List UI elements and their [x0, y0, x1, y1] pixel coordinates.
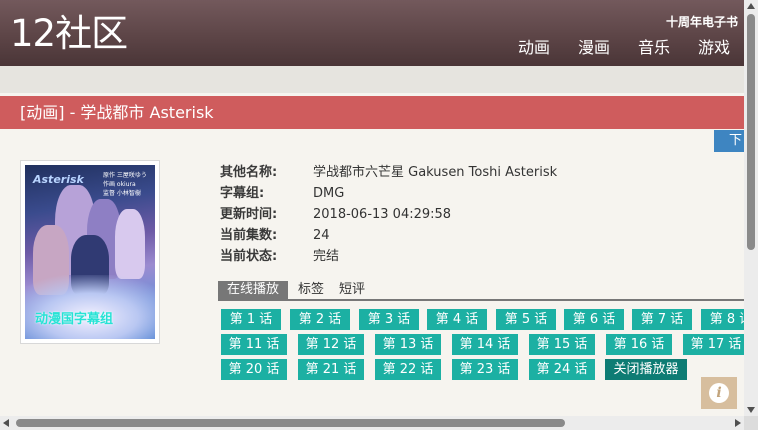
info-label: 当前集数: [220, 228, 278, 243]
info-icon: i [709, 383, 729, 403]
vertical-scrollbar[interactable] [744, 0, 758, 416]
nav-manga[interactable]: 漫画 [578, 38, 610, 58]
cover-title: Asterisk [33, 173, 84, 186]
info-row: 更新时间: 2018-06-13 04:29:58 [220, 204, 557, 225]
scroll-up-icon[interactable] [747, 3, 755, 9]
episode-button[interactable]: 第 24 话 [529, 359, 595, 380]
episode-button[interactable]: 第 2 话 [290, 309, 350, 330]
nav-games[interactable]: 游戏 [698, 38, 730, 58]
cover-burst [25, 275, 155, 339]
episode-button[interactable]: 第 1 话 [221, 309, 281, 330]
episode-button[interactable]: 第 20 话 [221, 359, 287, 380]
page-viewport: 12社区 十周年电子书 动画 漫画 音乐 游戏 [动画] - 学战都市 Aste… [0, 0, 744, 416]
nav-anime[interactable]: 动画 [518, 38, 550, 58]
episode-button[interactable]: 第 21 话 [298, 359, 364, 380]
info-row: 字幕组: DMG [220, 183, 557, 204]
episode-button[interactable]: 第 4 话 [427, 309, 487, 330]
episode-button[interactable]: 第 13 话 [375, 334, 441, 355]
site-header: 12社区 十周年电子书 动画 漫画 音乐 游戏 [0, 0, 744, 66]
cover-credit: 作画 okiura [103, 181, 136, 188]
episode-button[interactable]: 第 16 话 [606, 334, 672, 355]
info-label: 其他名称: [220, 165, 278, 180]
info-value: 学战都市六芒星 Gakusen Toshi Asterisk [313, 165, 558, 180]
nav-music[interactable]: 音乐 [638, 38, 670, 58]
episode-button[interactable]: 第 5 话 [496, 309, 556, 330]
tab-bar: 在线播放 标签 短评 [218, 281, 744, 301]
info-value: DMG [313, 186, 345, 201]
horizontal-scroll-thumb[interactable] [16, 419, 565, 427]
scrollbar-corner [744, 416, 758, 430]
episode-button[interactable]: 第 8 话 [701, 309, 744, 330]
info-row: 当前状态: 完结 [220, 246, 557, 267]
page-title: [动画] - 学战都市 Asterisk [0, 96, 744, 129]
tab-online-play[interactable]: 在线播放 [218, 281, 289, 299]
info-value: 完结 [313, 249, 340, 264]
episode-button[interactable]: 第 12 话 [298, 334, 364, 355]
info-value: 2018-06-13 04:29:58 [313, 207, 452, 222]
episode-button[interactable]: 第 22 话 [375, 359, 441, 380]
download-button[interactable]: 下 [714, 130, 744, 152]
info-label: 更新时间: [220, 207, 278, 222]
info-table: 其他名称: 学战都市六芒星 Gakusen Toshi Asterisk 字幕组:… [220, 162, 557, 267]
tagline-link[interactable]: 十周年电子书 [666, 13, 738, 30]
info-value: 24 [313, 228, 330, 243]
scroll-down-icon[interactable] [747, 407, 755, 413]
info-label: 字幕组: [220, 186, 265, 201]
episode-button[interactable]: 第 14 话 [452, 334, 518, 355]
info-row: 其他名称: 学战都市六芒星 Gakusen Toshi Asterisk [220, 162, 557, 183]
close-player-button[interactable]: 关闭播放器 [605, 359, 687, 380]
episode-button[interactable]: 第 17 话 [683, 334, 744, 355]
main-nav: 动画 漫画 音乐 游戏 [518, 38, 730, 58]
tab-tags[interactable]: 标签 [293, 281, 329, 299]
site-logo[interactable]: 12社区 [10, 12, 128, 56]
cover-credits: 原作 三屋咲ゆう 作画 okiura 监督 小林智樹 [103, 171, 151, 219]
episode-button[interactable]: 第 6 话 [564, 309, 624, 330]
scroll-right-icon[interactable] [735, 419, 741, 427]
cover-figure [115, 209, 145, 279]
vertical-scroll-thumb[interactable] [747, 14, 755, 250]
cover-art: Asterisk 原作 三屋咲ゆう 作画 okiura 监督 小林智樹 动漫国字… [25, 165, 155, 339]
episode-button[interactable]: 第 3 话 [359, 309, 419, 330]
horizontal-scrollbar[interactable] [0, 416, 744, 430]
fansub-logo: 动漫国字幕组 [35, 312, 114, 327]
info-label: 当前状态: [220, 249, 278, 264]
episode-button[interactable]: 第 7 话 [632, 309, 692, 330]
info-row: 当前集数: 24 [220, 225, 557, 246]
scroll-left-icon[interactable] [3, 419, 9, 427]
info-button[interactable]: i [701, 377, 737, 409]
tab-reviews[interactable]: 短评 [334, 281, 370, 299]
episode-button[interactable]: 第 11 话 [221, 334, 287, 355]
cover-credit: 监督 小林智樹 [103, 190, 141, 197]
cover-credit: 原作 三屋咲ゆう [103, 172, 147, 179]
episode-button[interactable]: 第 23 话 [452, 359, 518, 380]
episode-button[interactable]: 第 15 话 [529, 334, 595, 355]
cover-image: Asterisk 原作 三屋咲ゆう 作画 okiura 监督 小林智樹 动漫国字… [20, 160, 160, 344]
header-band [0, 66, 744, 93]
